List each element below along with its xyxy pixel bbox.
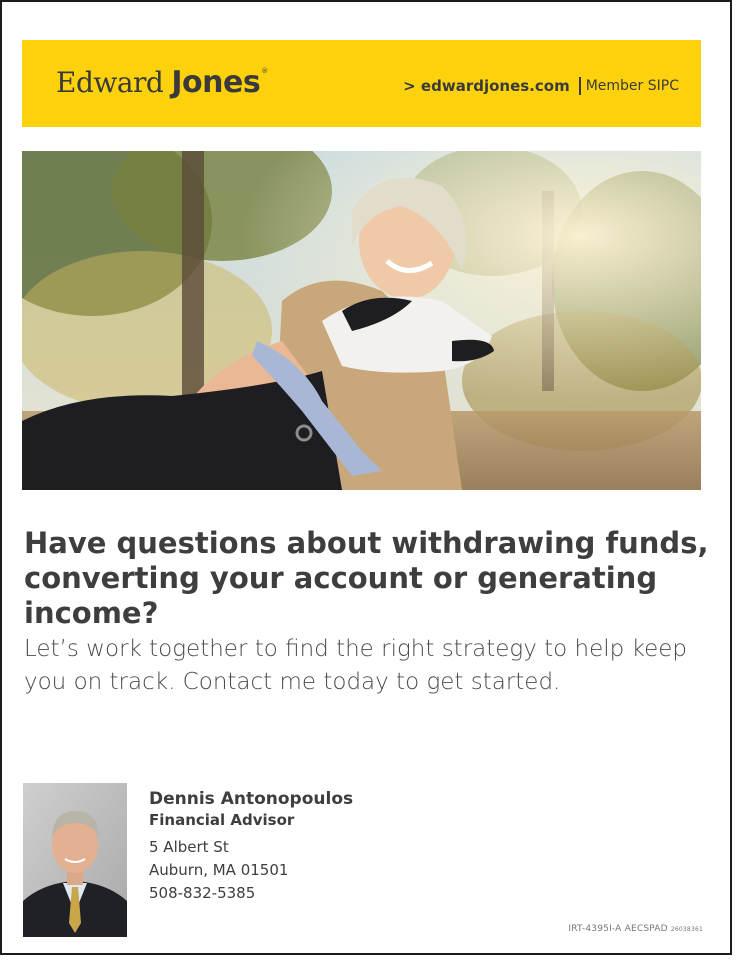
edward-jones-logo: Edward Jones ® xyxy=(56,66,268,106)
advisor-city: Auburn, MA 01501 xyxy=(149,861,289,879)
advisor-phone[interactable]: 508-832-5385 xyxy=(149,882,353,905)
brand-bar: Edward Jones ® > edwardjones.com Member … xyxy=(22,40,701,127)
registered-mark: ® xyxy=(261,67,269,75)
woman-hugging-dog-photo xyxy=(22,151,701,490)
headline: Have questions about withdrawing funds, … xyxy=(24,526,709,630)
brand-links: > edwardjones.com Member SIPC xyxy=(403,77,679,95)
advisor-info: Dennis Antonopoulos Financial Advisor 5 … xyxy=(149,788,353,905)
body-copy: Let’s work together to find the right st… xyxy=(24,636,687,695)
fine-print: IRT-4395I-A AECSPAD 26038361 xyxy=(568,924,703,934)
advisor-title: Financial Advisor xyxy=(149,811,295,829)
advisor-headshot xyxy=(23,783,127,937)
advisor-street: 5 Albert St xyxy=(149,838,229,856)
logo-word-jones: Jones xyxy=(171,65,261,100)
website-link[interactable]: > edwardjones.com xyxy=(403,77,570,95)
logo-word-edward: Edward xyxy=(56,66,164,99)
divider xyxy=(578,77,581,95)
fine-print-code: IRT-4395I-A AECSPAD xyxy=(568,924,668,934)
fine-print-number: 26038361 xyxy=(670,926,703,933)
member-sipc-text: Member SIPC xyxy=(585,78,679,94)
ad-frame: Edward Jones ® > edwardjones.com Member … xyxy=(0,0,732,955)
advisor-name: Dennis Antonopoulos xyxy=(149,789,354,809)
